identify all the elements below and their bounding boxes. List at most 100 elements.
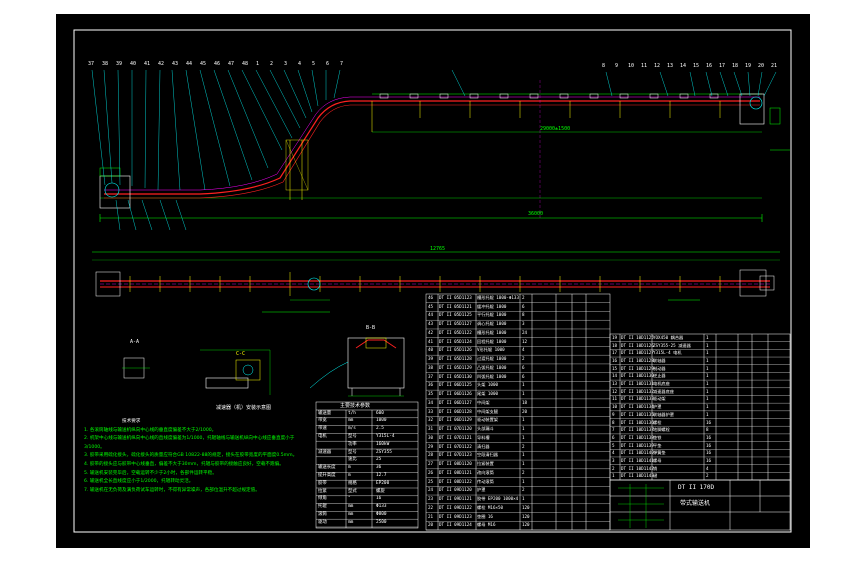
bom-item-name: 过渡托辊 1000 (477, 356, 507, 362)
param-value: 160kW (376, 441, 390, 447)
bom-item-code: DT II 08D1122 (439, 478, 472, 484)
balloon-top-48: 48 (242, 61, 249, 67)
bom-item-qty: 1 (706, 396, 709, 402)
bom-item-code: DT II 05D1130 (439, 373, 472, 379)
param-value: 16 (376, 496, 382, 502)
bom-item-no: 11 (612, 396, 618, 402)
bom-item-code: DT II 05D1123 (439, 295, 472, 300)
bom-item-no: 29 (428, 443, 434, 449)
bom-item-name: 槽形托辊 1000 (477, 329, 507, 335)
title-block-code: DT II 170D (678, 484, 715, 491)
bom-item-name: 改向滚筒 (477, 469, 494, 475)
param-name: 提升高度 (318, 472, 336, 478)
elevation-view (99, 80, 790, 222)
bom-item-name: 联轴器护罩 (653, 411, 674, 417)
param-unit: m (348, 465, 351, 471)
bom-item-qty: 20 (522, 408, 528, 414)
bom-item-code: DT II 10D1133 (621, 396, 654, 402)
param-value: 螺旋 (376, 488, 385, 494)
balloon-right-8: 8 (602, 63, 606, 69)
bom-item-qty: 18 (522, 399, 528, 405)
bom-item-no: 15 (612, 365, 618, 371)
bom-item-no: 27 (428, 461, 434, 467)
balloon-top-43: 43 (172, 61, 179, 67)
notes-lines: 1. 各滚筒轴线与输送机纵向中心线的垂直度偏差不大于2/1000。 2. 机架中心… (84, 427, 314, 496)
param-unit: 规格 (348, 480, 357, 486)
balloon-top-38: 38 (102, 61, 109, 67)
bom-item-qty: 1 (706, 404, 709, 410)
bom-item-code: DT II 09D1120 (439, 487, 472, 493)
balloon-right-19: 19 (745, 63, 752, 69)
bom-item-name: 弹簧垫 (653, 450, 666, 456)
balloon-top-2: 2 (270, 61, 274, 67)
bom-item-no: 46 (428, 295, 434, 300)
balloon-right-21: 21 (771, 63, 778, 69)
bom-item-code: DT II 06D1127 (439, 399, 472, 405)
param-value: EP200 (376, 480, 390, 486)
bom-item-code: DT II 09D1122 (439, 504, 472, 510)
bom-item-qty: 6 (522, 373, 525, 379)
bom-item-code: DT II 05D1128 (439, 356, 472, 362)
bom-item-code: DT II 10D1128 (621, 358, 654, 364)
bom-item-name: 拉紧装置 (477, 461, 494, 467)
bom-item-no: 22 (428, 504, 434, 510)
notes-title: 技术要求 (122, 419, 141, 424)
bom-item-no: 6 (612, 434, 615, 440)
bom-item-name: 清扫器 (477, 443, 490, 449)
balloon-top-7: 7 (340, 61, 344, 67)
balloon-top-46: 46 (214, 61, 221, 67)
bom-item-no: 7 (612, 427, 615, 433)
param-value: Y315L-4 (376, 433, 395, 439)
bom-item-no: 8 (612, 419, 615, 425)
bom-item-no: 23 (428, 496, 434, 502)
bom-item-qty: 1 (706, 365, 709, 371)
bom-item-qty: 16 (706, 457, 712, 463)
param-name: 减速器 (318, 449, 332, 455)
param-name: 倾角 (318, 496, 327, 502)
bom-item-code: DT II 10D1139 (621, 442, 654, 448)
param-unit: 功率 (348, 441, 357, 447)
balloon-top-5: 5 (312, 61, 316, 67)
bom-item-name: 调心托辊 1000 (477, 321, 507, 327)
bom-item-name: 中间架 (477, 399, 490, 405)
bom-item-qty: 1 (522, 434, 525, 440)
bom-item-code: DT II 10D1142 (621, 465, 654, 471)
bom-item-no: 36 (428, 382, 434, 388)
bom-item-name: 传动滚筒 (477, 478, 494, 484)
bom-item-code: DT II 10D1137 (621, 427, 654, 433)
bom-item-qty: 1 (522, 382, 525, 388)
param-unit: 速比 (348, 457, 357, 463)
bom-item-name: 螺栓 (653, 419, 662, 425)
bom-item-no: 19 (612, 335, 618, 340)
bom-item-code: DT II 10D1141 (621, 457, 654, 463)
note-line: 7. 输送机在无负荷及满负荷试车运转时，不得有异常噪声，各部位温升不超过规定值。 (84, 487, 260, 493)
bom-item-qty: 4 (706, 465, 709, 471)
balloon-top-44: 44 (186, 61, 193, 67)
bom-item-qty: 4 (522, 347, 525, 353)
bom-item-name: 回程托辊 1000 (477, 338, 507, 344)
bom-item-code: DT II 07D1120 (439, 426, 472, 432)
bom-item-qty: 1 (706, 411, 709, 417)
bom-item-code: DT II 07D1121 (439, 434, 472, 440)
bom-item-name: V形托辊 1000 (477, 347, 505, 353)
bom-item-qty: 6 (522, 364, 525, 370)
bom-item-no: 26 (428, 469, 434, 475)
param-unit: mm (348, 519, 354, 525)
bom-item-qty: 8 (706, 427, 709, 433)
bom-item-no: 2 (612, 465, 615, 471)
section-c-label: C-C (236, 351, 246, 357)
bom-item-name: 垫铁 (653, 434, 662, 440)
bom-item-code: DT II 05D1129 (439, 364, 472, 370)
bom-item-qty: 24 (522, 329, 528, 335)
bom-item-qty: 1 (706, 342, 709, 348)
section-details (122, 337, 405, 397)
bom-item-code: DT II 10D1130 (621, 373, 654, 379)
bom-item-qty: 120 (522, 513, 530, 519)
bom-item-qty: 6 (522, 303, 525, 309)
bom-item-qty: 1 (706, 350, 709, 356)
detail-caption: 减速器（机）安装示意图 (216, 405, 272, 411)
bom-item-code: DT II 05D1125 (439, 312, 472, 318)
bom-item-qty: 1 (706, 358, 709, 364)
bom-item-qty: 120 (522, 504, 530, 510)
param-name: 驱动 (318, 519, 327, 525)
